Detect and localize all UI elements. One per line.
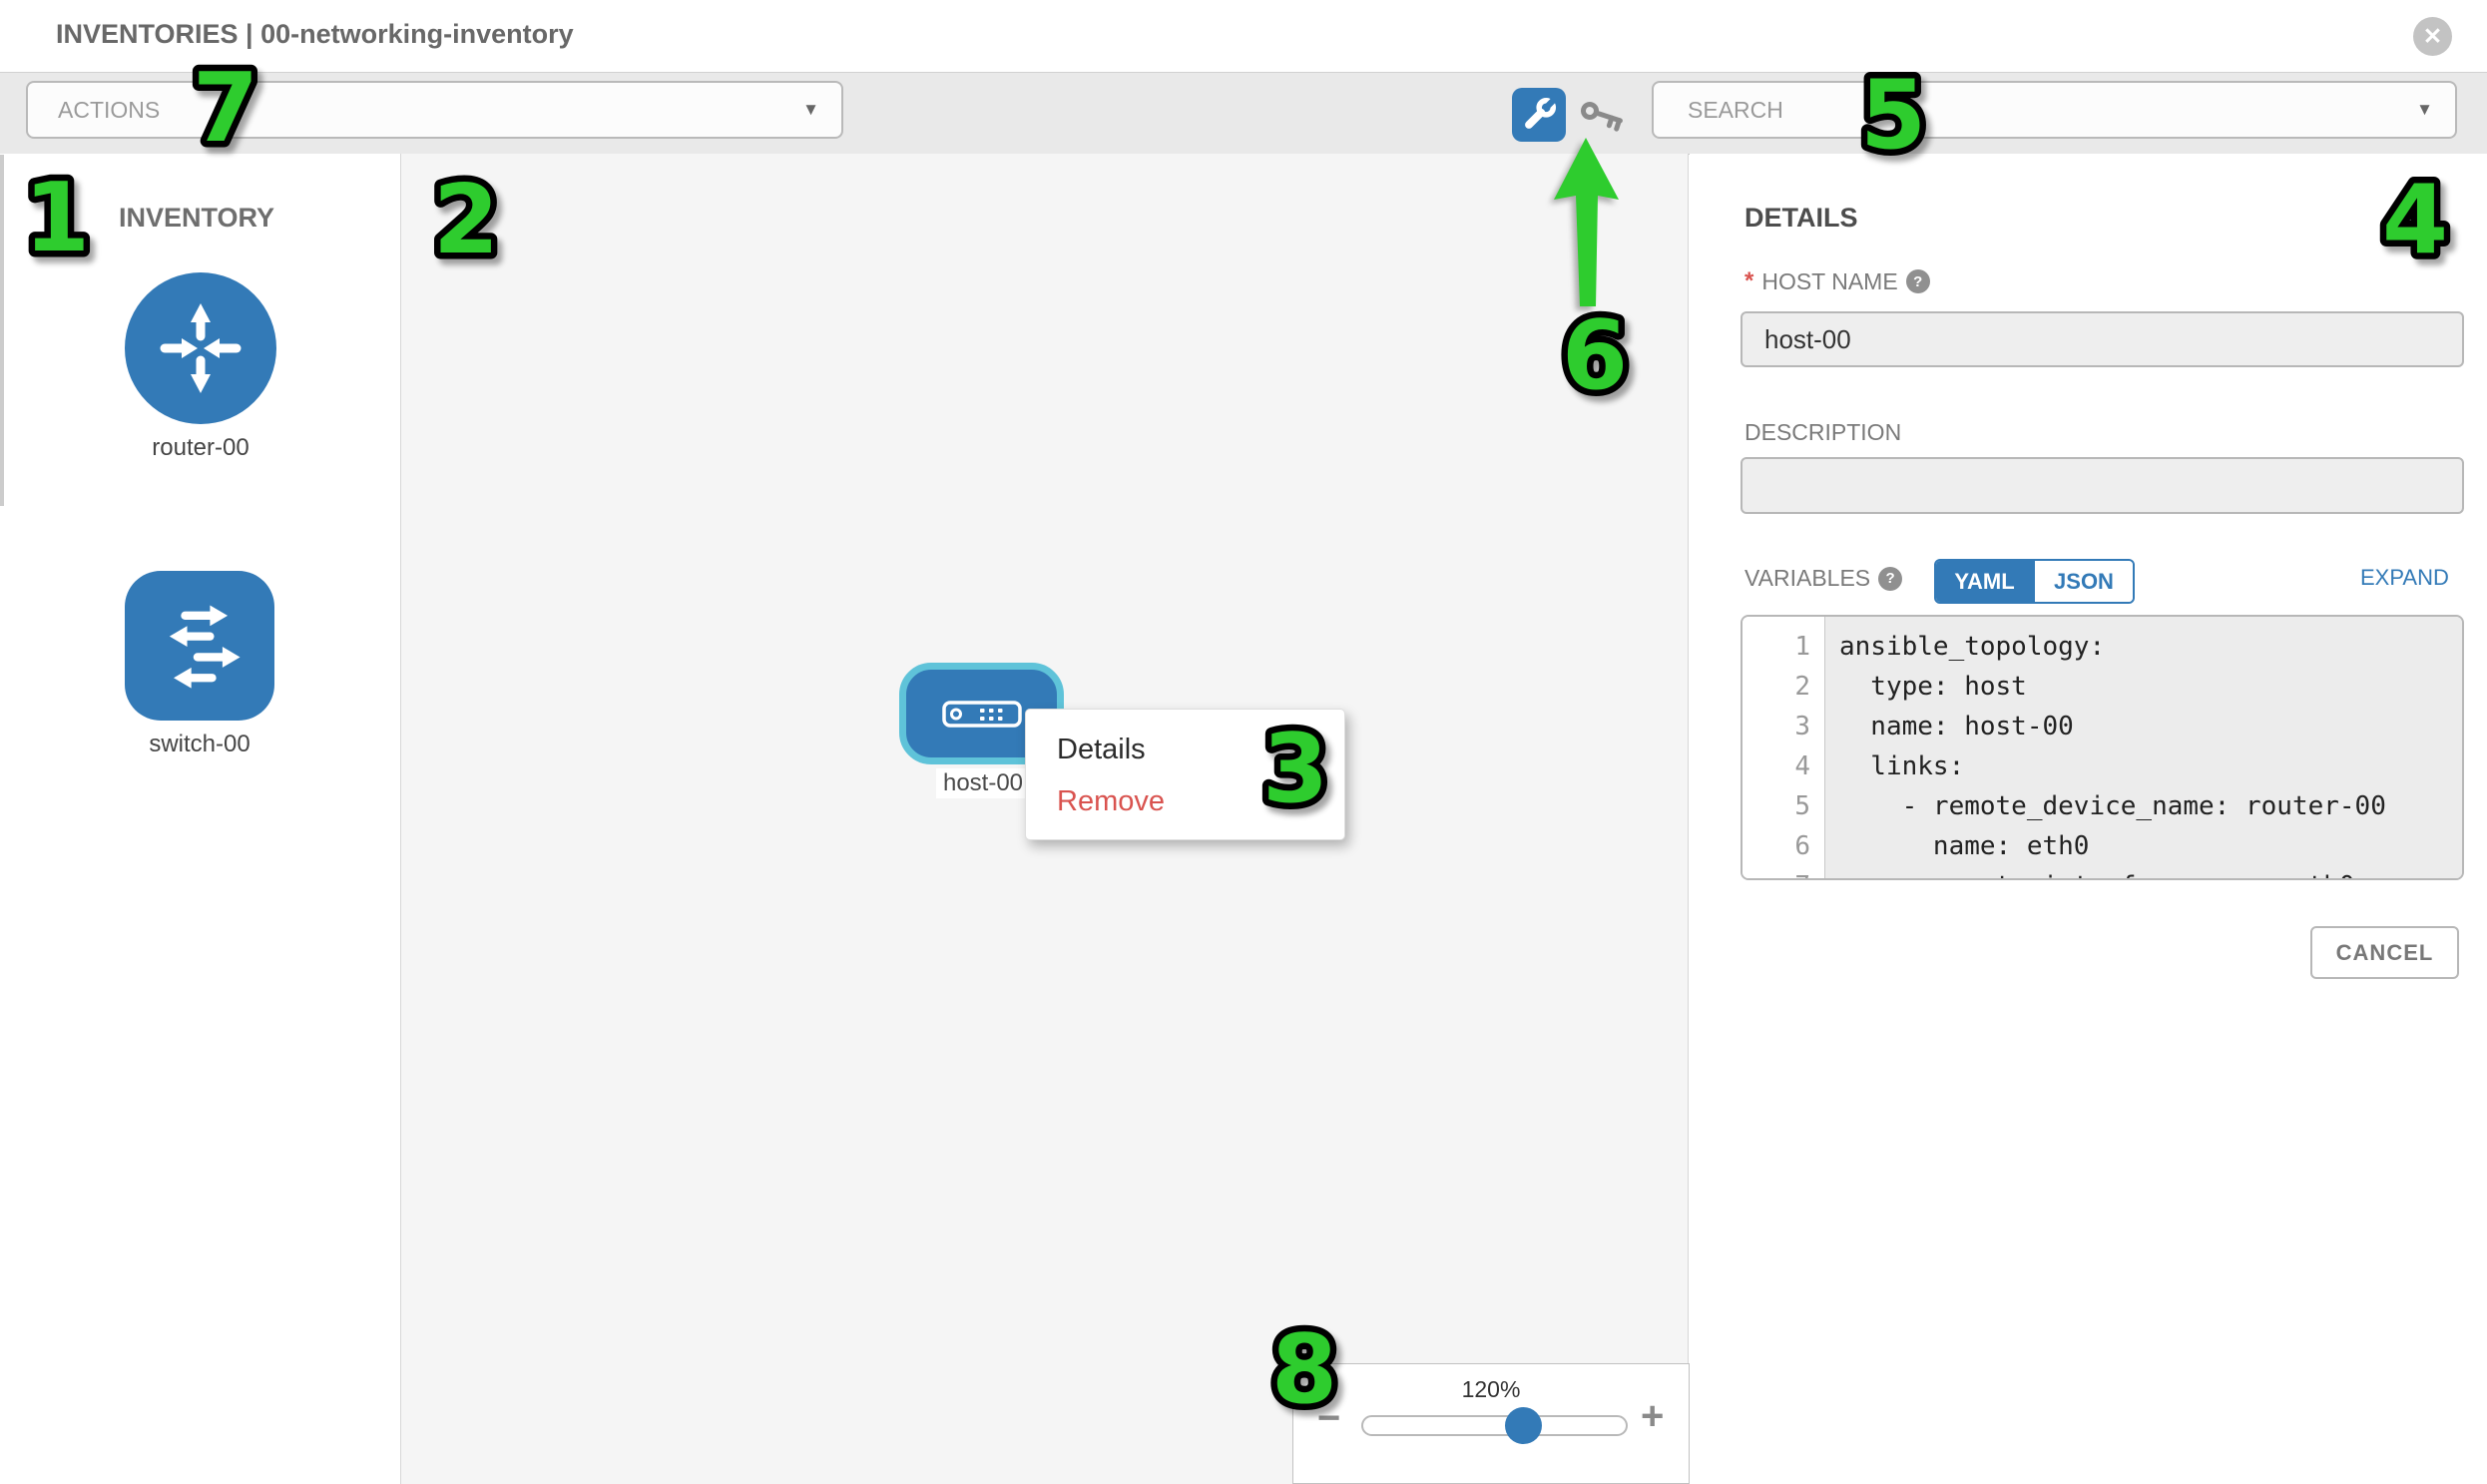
sidebar-item-router-00[interactable]: router-00 <box>125 272 276 462</box>
code-line: remote_interface_name: eth0 <box>1839 866 2462 880</box>
description-label: DESCRIPTION <box>1744 419 1901 446</box>
app-header: INVENTORIES | 00-networking-inventory ✕ <box>0 0 2487 73</box>
host-name-value: host-00 <box>1764 324 1851 355</box>
search-dropdown[interactable]: SEARCH ▼ <box>1652 81 2457 139</box>
sidebar-title: INVENTORY <box>119 203 274 234</box>
variables-label: VARIABLES <box>1744 565 1870 592</box>
description-label-text: DESCRIPTION <box>1744 419 1901 446</box>
line-number: 5 <box>1742 786 1824 826</box>
configure-tool-button[interactable] <box>1512 88 1566 142</box>
wrench-icon <box>1517 93 1561 137</box>
router-icon <box>125 272 276 424</box>
close-button[interactable]: ✕ <box>2413 17 2452 56</box>
actions-dropdown-label: ACTIONS <box>58 97 160 124</box>
details-title: DETAILS <box>1744 203 1858 234</box>
help-icon[interactable]: ? <box>1906 269 1930 293</box>
line-number: 6 <box>1742 826 1824 866</box>
host-name-field[interactable]: host-00 <box>1741 311 2464 367</box>
toolbar: ACTIONS ▼ SEARCH <box>0 73 2487 155</box>
host-name-label-row: * HOST NAME ? <box>1744 267 1930 295</box>
code-line: ansible_topology: <box>1839 627 2462 667</box>
code-line: - remote_device_name: router-00 <box>1839 786 2462 826</box>
yaml-toggle-button[interactable]: YAML <box>1936 561 2033 602</box>
code-line: links: <box>1839 746 2462 786</box>
cancel-button[interactable]: CANCEL <box>2310 926 2459 979</box>
editor-gutter: 1234567 <box>1742 617 1825 878</box>
inventories-topology-screen: INVENTORIES | 00-networking-inventory ✕ … <box>0 0 2487 1484</box>
topology-canvas[interactable]: host-00 Details Remove 120% − + <box>401 154 1689 1484</box>
variables-label-row: VARIABLES ? <box>1744 565 1902 592</box>
editor-code: ansible_topology: type: host name: host-… <box>1825 617 2462 878</box>
line-number: 7 <box>1742 866 1824 880</box>
required-marker: * <box>1744 267 1753 295</box>
zoom-slider-track[interactable] <box>1361 1415 1628 1436</box>
device-label: router-00 <box>152 434 249 462</box>
host-name-label: HOST NAME <box>1761 268 1897 295</box>
code-line: name: host-00 <box>1839 707 2462 746</box>
key-icon <box>1580 93 1632 139</box>
help-icon[interactable]: ? <box>1878 567 1902 591</box>
details-panel: DETAILS * HOST NAME ? host-00 DESCRIPTIO… <box>1690 154 2487 1484</box>
node-context-menu: Details Remove <box>1025 709 1345 840</box>
switch-icon <box>125 571 274 721</box>
context-menu-remove[interactable]: Remove <box>1026 775 1344 827</box>
sidebar-item-switch-00[interactable]: switch-00 <box>125 571 274 758</box>
description-field[interactable] <box>1741 457 2464 514</box>
line-number: 1 <box>1742 627 1824 667</box>
json-toggle-button[interactable]: JSON <box>2033 561 2133 602</box>
zoom-in-button[interactable]: + <box>1641 1394 1664 1439</box>
page-title: INVENTORIES | 00-networking-inventory <box>56 19 574 50</box>
chevron-down-icon: ▼ <box>802 100 819 120</box>
line-number: 2 <box>1742 667 1824 707</box>
zoom-control-panel: 120% − + <box>1292 1363 1690 1484</box>
close-icon: ✕ <box>2423 23 2442 50</box>
variables-format-toggle: YAML JSON <box>1934 559 2135 604</box>
context-menu-details[interactable]: Details <box>1026 724 1344 775</box>
line-number: 3 <box>1742 707 1824 746</box>
zoom-level-value: 120% <box>1293 1376 1689 1403</box>
credentials-key-button[interactable] <box>1580 93 1632 139</box>
actions-dropdown[interactable]: ACTIONS ▼ <box>26 81 843 139</box>
code-line: type: host <box>1839 667 2462 707</box>
inventory-sidebar: INVENTORY <box>0 154 401 1484</box>
expand-link[interactable]: EXPAND <box>2360 565 2449 591</box>
sidebar-scroll-shadow <box>0 155 4 506</box>
search-placeholder: SEARCH <box>1688 97 1783 124</box>
code-line: name: eth0 <box>1839 826 2462 866</box>
device-label: switch-00 <box>149 731 249 758</box>
host-node-label: host-00 <box>936 768 1030 798</box>
chevron-down-icon: ▼ <box>2416 100 2433 120</box>
line-number: 4 <box>1742 746 1824 786</box>
variables-code-editor[interactable]: 1234567 ansible_topology: type: host nam… <box>1741 615 2464 880</box>
zoom-out-button[interactable]: − <box>1317 1396 1340 1441</box>
host-icon <box>942 701 1022 728</box>
zoom-slider-handle[interactable] <box>1505 1407 1542 1444</box>
